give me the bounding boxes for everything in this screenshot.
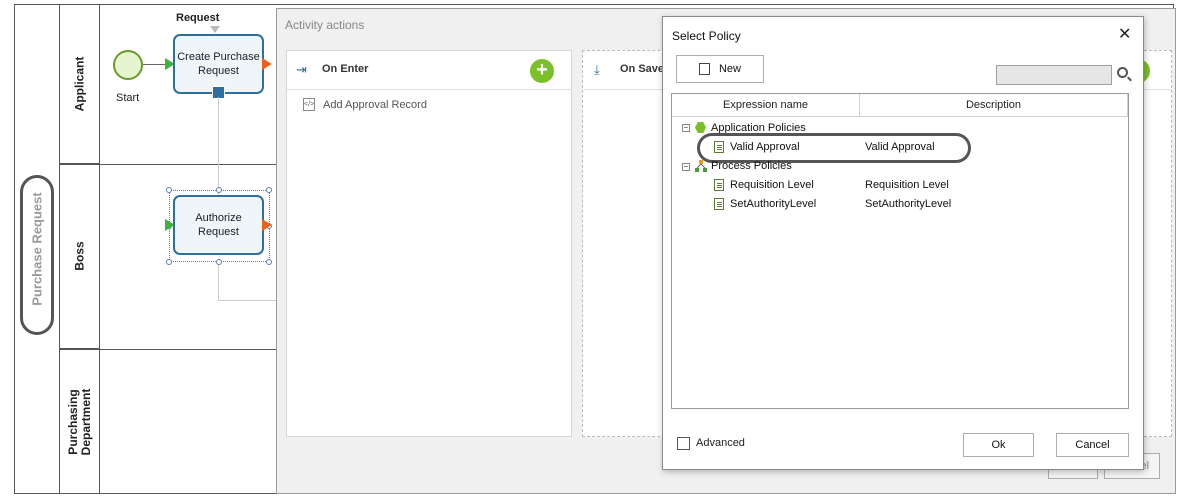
on-save-label: On Save [620,63,665,75]
task-create-purchase-request[interactable]: Create Purchase Request [173,34,264,94]
action-item[interactable]: Add Approval Record [323,99,427,111]
pool-title-highlight [20,175,54,335]
flow-out-icon [262,58,272,70]
sequence-flow [218,265,219,300]
start-event[interactable] [113,50,143,80]
sequence-flow [218,300,276,301]
lane-divider [60,349,276,350]
lane-label: Boss [72,241,86,271]
save-download-icon: ⤓ [594,62,600,77]
sequence-flow [218,97,219,195]
resize-handle[interactable] [266,187,272,193]
search-input[interactable] [996,65,1112,85]
search-icon[interactable] [1117,67,1128,78]
policy-document-icon [714,179,724,191]
panel-divider [287,89,571,90]
policy-description: SetAuthorityLevel [865,198,952,210]
column-header-description[interactable]: Description [860,94,1128,117]
lane-label: Purchasing Department [65,388,93,455]
lane-purchasing-department[interactable]: Purchasing Department [60,349,100,494]
resize-handle[interactable] [266,259,272,265]
resize-handle[interactable] [166,259,172,265]
policy-document-icon [714,198,724,210]
add-action-button[interactable]: + [530,59,554,83]
script-icon: </> [303,98,315,111]
advanced-checkbox[interactable] [677,437,690,450]
policy-description: Requisition Level [865,179,949,191]
select-policy-title: Select Policy [672,29,741,43]
flow-arrow-icon [210,26,220,33]
resize-handle[interactable] [216,187,222,193]
advanced-label: Advanced [696,437,745,449]
flow-label: Request [176,12,220,24]
task-label: Create Purchase Request [177,51,260,77]
activity-actions-title: Activity actions [285,18,365,32]
policy-name[interactable]: Requisition Level [730,179,814,191]
task-label: Authorize Request [195,212,242,238]
start-label: Start [116,92,140,104]
flow-out-icon [262,219,272,231]
process-icon [695,160,707,172]
ok-button[interactable]: Ok [963,433,1034,457]
lane-divider [60,164,276,165]
lane-applicant[interactable]: Applicant [60,4,100,164]
tree-group-label[interactable]: Process Policies [711,160,792,172]
resize-handle[interactable] [166,187,172,193]
selection-highlight [697,133,971,163]
cancel-button[interactable]: Cancel [1056,433,1129,457]
enter-icon: ⇥ [296,62,307,77]
policy-name[interactable]: SetAuthorityLevel [730,198,816,210]
task-authorize-request[interactable]: Authorize Request [173,195,264,255]
new-policy-button[interactable]: New [676,55,764,83]
lane-label: Applicant [72,56,86,111]
resize-handle[interactable] [216,259,222,265]
sequence-flow [143,64,165,65]
on-enter-label: On Enter [322,63,369,75]
new-document-icon [699,63,710,75]
lane-boss[interactable]: Boss [60,164,100,349]
collapse-icon[interactable]: − [682,124,690,132]
close-icon[interactable]: ✕ [1118,24,1131,44]
collapse-icon[interactable]: − [682,163,690,171]
column-header-expression-name[interactable]: Expression name [672,94,860,117]
